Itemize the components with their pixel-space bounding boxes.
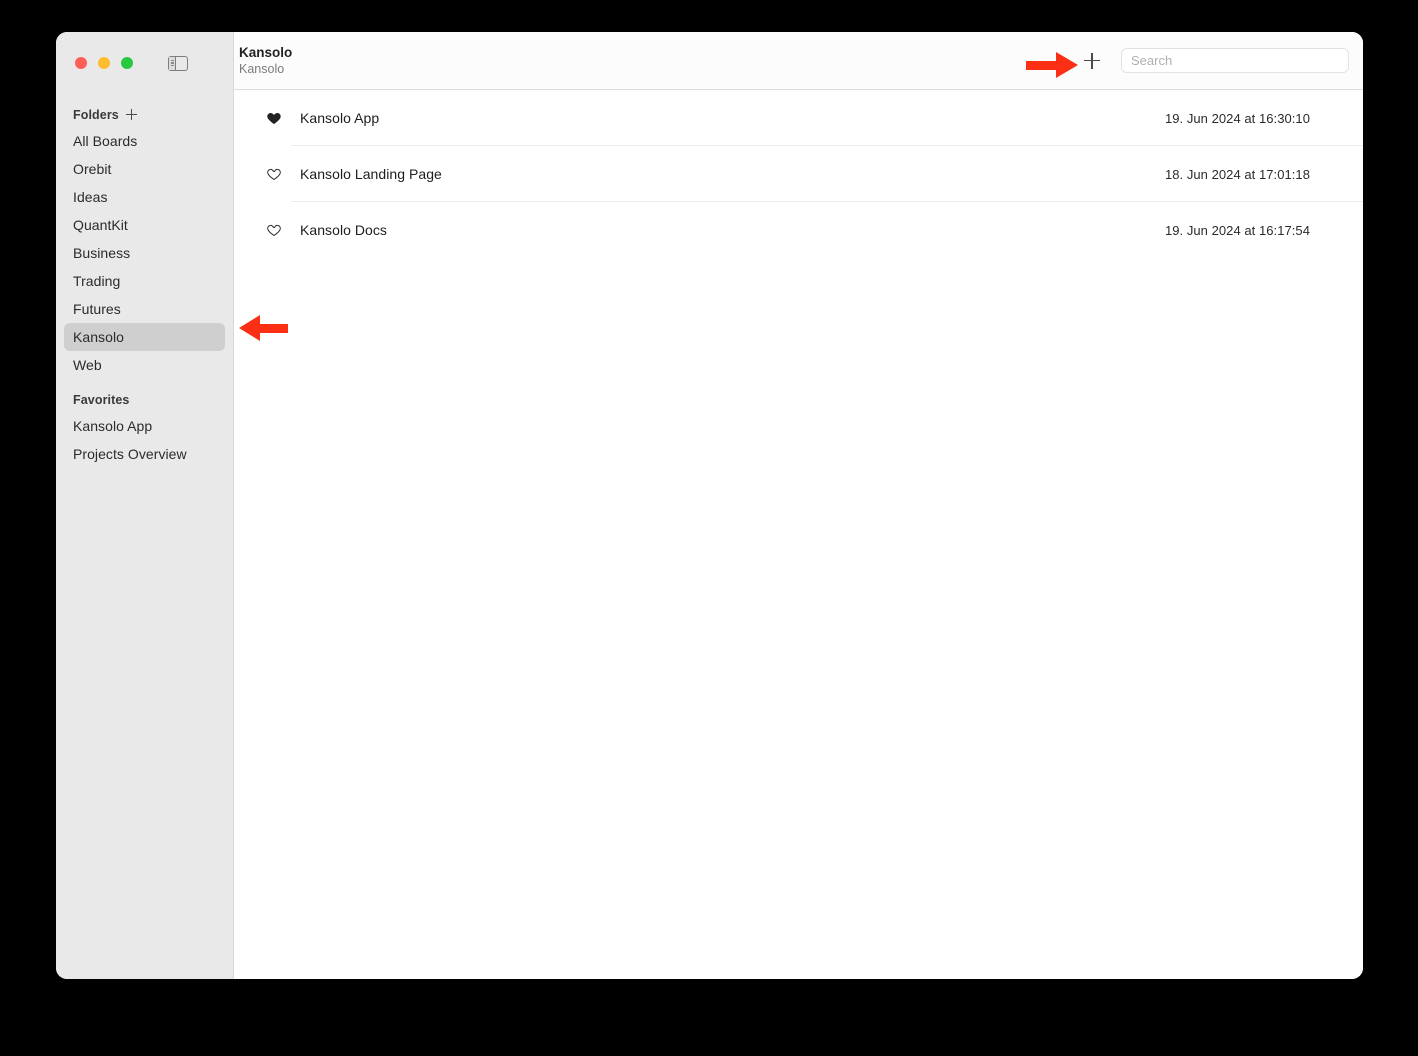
toolbar: Kansolo Kansolo	[234, 32, 1363, 90]
table-row[interactable]: Kansolo Landing Page 18. Jun 2024 at 17:…	[234, 146, 1363, 202]
search-input[interactable]	[1131, 53, 1339, 68]
board-date: 19. Jun 2024 at 16:30:10	[1164, 110, 1310, 126]
zoom-button[interactable]	[121, 57, 133, 69]
screen: Folders All Boards Orebit Ideas QuantKit…	[0, 0, 1418, 1056]
sidebar-item-orebit[interactable]: Orebit	[64, 155, 225, 183]
main-content: Kansolo Kansolo Kansolo App 19. Jun 2024…	[234, 32, 1363, 979]
heart-outline-icon[interactable]	[266, 166, 282, 182]
app-window: Folders All Boards Orebit Ideas QuantKit…	[56, 32, 1363, 979]
sidebar-item-business[interactable]: Business	[64, 239, 225, 267]
sidebar-favorites-list: Kansolo App Projects Overview	[56, 412, 233, 468]
page-title: Kansolo	[239, 45, 293, 60]
sidebar-item-kansolo[interactable]: Kansolo	[64, 323, 225, 351]
sidebar: Folders All Boards Orebit Ideas QuantKit…	[56, 32, 234, 979]
sidebar-item-quantkit[interactable]: QuantKit	[64, 211, 225, 239]
sidebar-section-label-folders: Folders	[73, 107, 119, 122]
page-title-block: Kansolo Kansolo	[234, 44, 292, 77]
arrow-pointing-to-add-button	[1026, 52, 1078, 78]
sidebar-section-folders: Folders	[56, 104, 233, 125]
add-folder-icon[interactable]	[125, 109, 137, 120]
board-name: Kansolo App	[300, 110, 380, 126]
sidebar-folders-list: All Boards Orebit Ideas QuantKit Busines…	[56, 127, 233, 379]
close-button[interactable]	[75, 57, 87, 69]
board-date: 19. Jun 2024 at 16:17:54	[1164, 222, 1310, 238]
sidebar-section-favorites: Favorites	[56, 389, 233, 410]
board-name: Kansolo Landing Page	[300, 166, 442, 182]
minimize-button[interactable]	[98, 57, 110, 69]
window-controls	[56, 32, 233, 94]
sidebar-item-trading[interactable]: Trading	[64, 267, 225, 295]
page-subtitle: Kansolo	[239, 62, 285, 76]
sidebar-item-kansolo-app[interactable]: Kansolo App	[64, 412, 225, 440]
add-board-button[interactable]	[1081, 50, 1103, 72]
sidebar-toggle-icon[interactable]	[168, 55, 188, 71]
table-row[interactable]: Kansolo Docs 19. Jun 2024 at 16:17:54	[234, 202, 1363, 258]
sidebar-item-web[interactable]: Web	[64, 351, 225, 379]
search-field[interactable]	[1121, 48, 1349, 73]
board-list: Kansolo App 19. Jun 2024 at 16:30:10 Kan…	[234, 90, 1363, 979]
sidebar-item-futures[interactable]: Futures	[64, 295, 225, 323]
sidebar-item-ideas[interactable]: Ideas	[64, 183, 225, 211]
board-name: Kansolo Docs	[300, 222, 387, 238]
arrow-pointing-to-kansolo-folder	[239, 315, 288, 341]
sidebar-item-projects-overview[interactable]: Projects Overview	[64, 440, 225, 468]
board-date: 18. Jun 2024 at 17:01:18	[1164, 166, 1310, 182]
sidebar-item-all-boards[interactable]: All Boards	[64, 127, 225, 155]
sidebar-section-label-favorites: Favorites	[73, 392, 130, 407]
heart-filled-icon[interactable]	[266, 110, 282, 126]
heart-outline-icon[interactable]	[266, 222, 282, 238]
table-row[interactable]: Kansolo App 19. Jun 2024 at 16:30:10	[234, 90, 1363, 146]
